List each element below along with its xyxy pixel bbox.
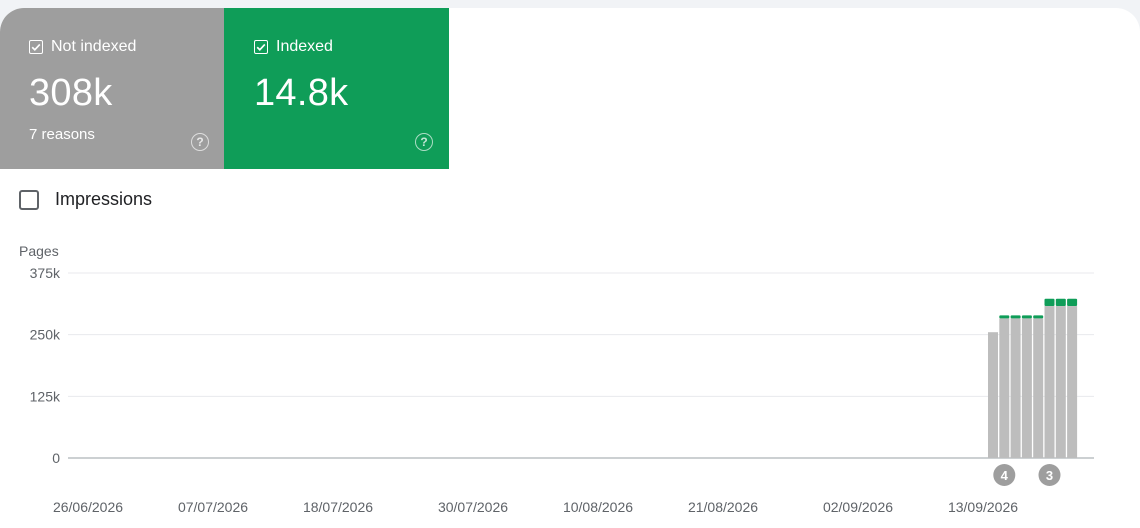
bar-indexed (999, 315, 1010, 319)
y-tick-label: 0 (52, 450, 60, 466)
annotation-label: 3 (1046, 468, 1053, 483)
bar-not-indexed (1033, 318, 1044, 458)
bar-not-indexed (1010, 318, 1021, 458)
x-tick-label: 10/08/2026 (563, 499, 633, 515)
y-tick-label: 125k (30, 388, 61, 404)
annotation-label: 4 (1001, 468, 1009, 483)
pages-chart: Pages 375k 250k 125k 0 26/06/2026 07/07/2026 1… (19, 243, 1094, 515)
bar-not-indexed (1055, 306, 1066, 458)
bar-indexed (1067, 298, 1078, 307)
bar-not-indexed (999, 318, 1010, 458)
x-tick-label: 30/07/2026 (438, 499, 508, 515)
bar-not-indexed (1021, 318, 1032, 458)
x-tick-label: 07/07/2026 (178, 499, 248, 515)
x-tick-label: 13/09/2026 (948, 499, 1018, 515)
x-tick-label: 18/07/2026 (303, 499, 373, 515)
x-tick-label: 26/06/2026 (53, 499, 123, 515)
y-tick-label: 250k (30, 327, 61, 343)
bar-not-indexed (1044, 306, 1055, 458)
bar-indexed (1010, 315, 1021, 319)
y-axis-label: Pages (19, 243, 59, 259)
bar-indexed (1021, 315, 1032, 319)
x-tick-label: 21/08/2026 (688, 499, 758, 515)
index-coverage-card: Not indexed 308k 7 reasons ? Indexed 14.… (0, 8, 1140, 528)
bar-indexed (1033, 315, 1044, 319)
bar-indexed (1055, 298, 1066, 307)
bar-not-indexed (988, 332, 998, 458)
y-tick-label: 375k (30, 265, 61, 281)
bar-indexed (1044, 298, 1055, 307)
x-tick-label: 02/09/2026 (823, 499, 893, 515)
bar-not-indexed (1067, 306, 1078, 458)
